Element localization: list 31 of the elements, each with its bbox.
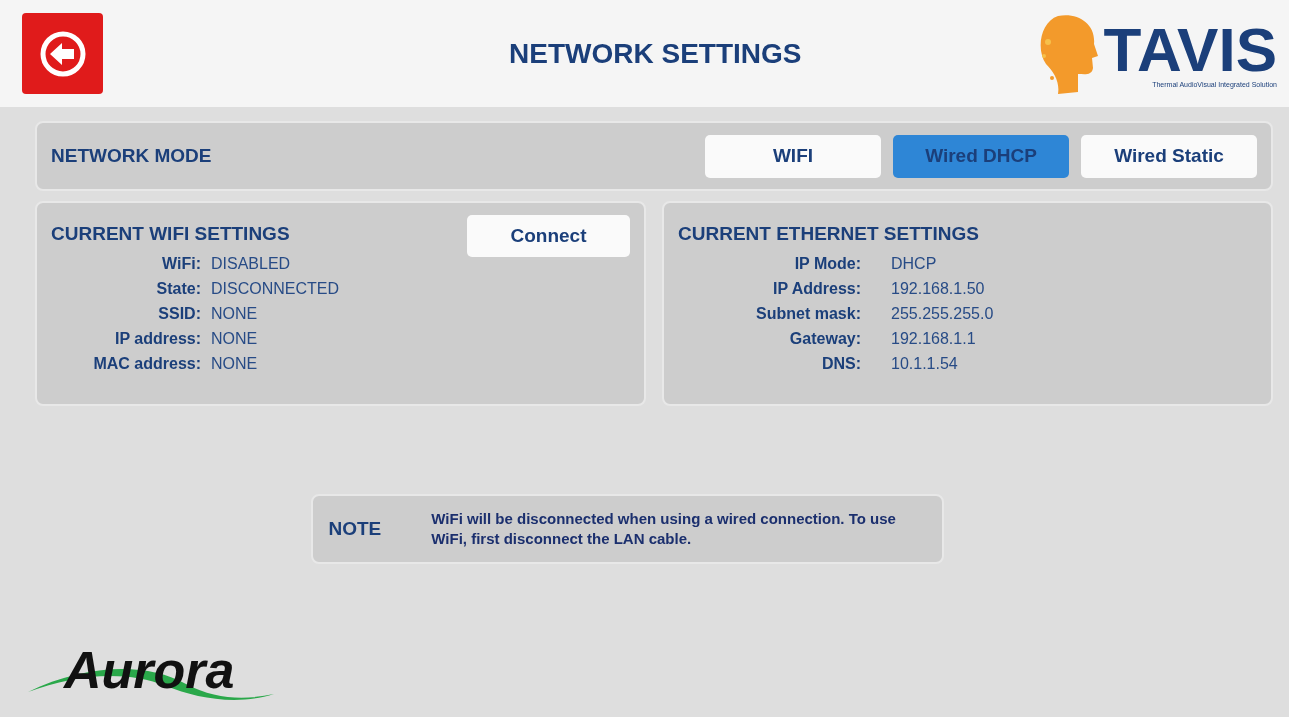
field-label: MAC address:	[92, 355, 201, 373]
field-label: State:	[155, 280, 201, 298]
ethernet-settings-title: CURRENT ETHERNET SETTINGS	[678, 223, 979, 245]
mode-button[interactable]: WIFI	[705, 134, 881, 178]
field-label: IP address:	[114, 330, 201, 348]
field-label: IP Mode:	[793, 255, 861, 273]
brand-name: TAVIS	[1103, 19, 1277, 81]
field-value: DISABLED	[211, 255, 292, 273]
field-value: NONE	[211, 355, 259, 373]
field-value: 10.1.1.54	[891, 355, 959, 373]
back-button[interactable]	[22, 13, 103, 94]
field-label: SSID:	[157, 305, 201, 323]
wifi-settings-title: CURRENT WIFI SETTINGS	[51, 223, 290, 245]
field-value: DHCP	[891, 255, 938, 273]
connect-button[interactable]: Connect	[467, 215, 630, 257]
field-label: Gateway:	[788, 330, 861, 348]
field-value: NONE	[211, 330, 259, 348]
note-text: WiFi will be disconnected when using a wired connection. To use WiFi, first disconnect the LAN cable.	[431, 509, 897, 549]
field-value: 192.168.1.50	[891, 280, 986, 298]
mode-button[interactable]: Wired Static	[1081, 134, 1257, 178]
field-value: 255.255.255.0	[891, 305, 995, 323]
network-mode-label: NETWORK MODE	[51, 145, 212, 167]
field-label: IP Address:	[771, 280, 861, 298]
field-value: 192.168.1.1	[891, 330, 977, 348]
field-value: DISCONNECTED	[211, 280, 340, 298]
field-label: DNS:	[820, 355, 861, 373]
field-value: NONE	[211, 305, 259, 323]
note-label: NOTE	[328, 518, 382, 540]
field-label: Subnet mask:	[755, 305, 861, 323]
field-label: WiFi:	[161, 255, 201, 273]
page-title: NETWORK SETTINGS	[509, 37, 802, 70]
